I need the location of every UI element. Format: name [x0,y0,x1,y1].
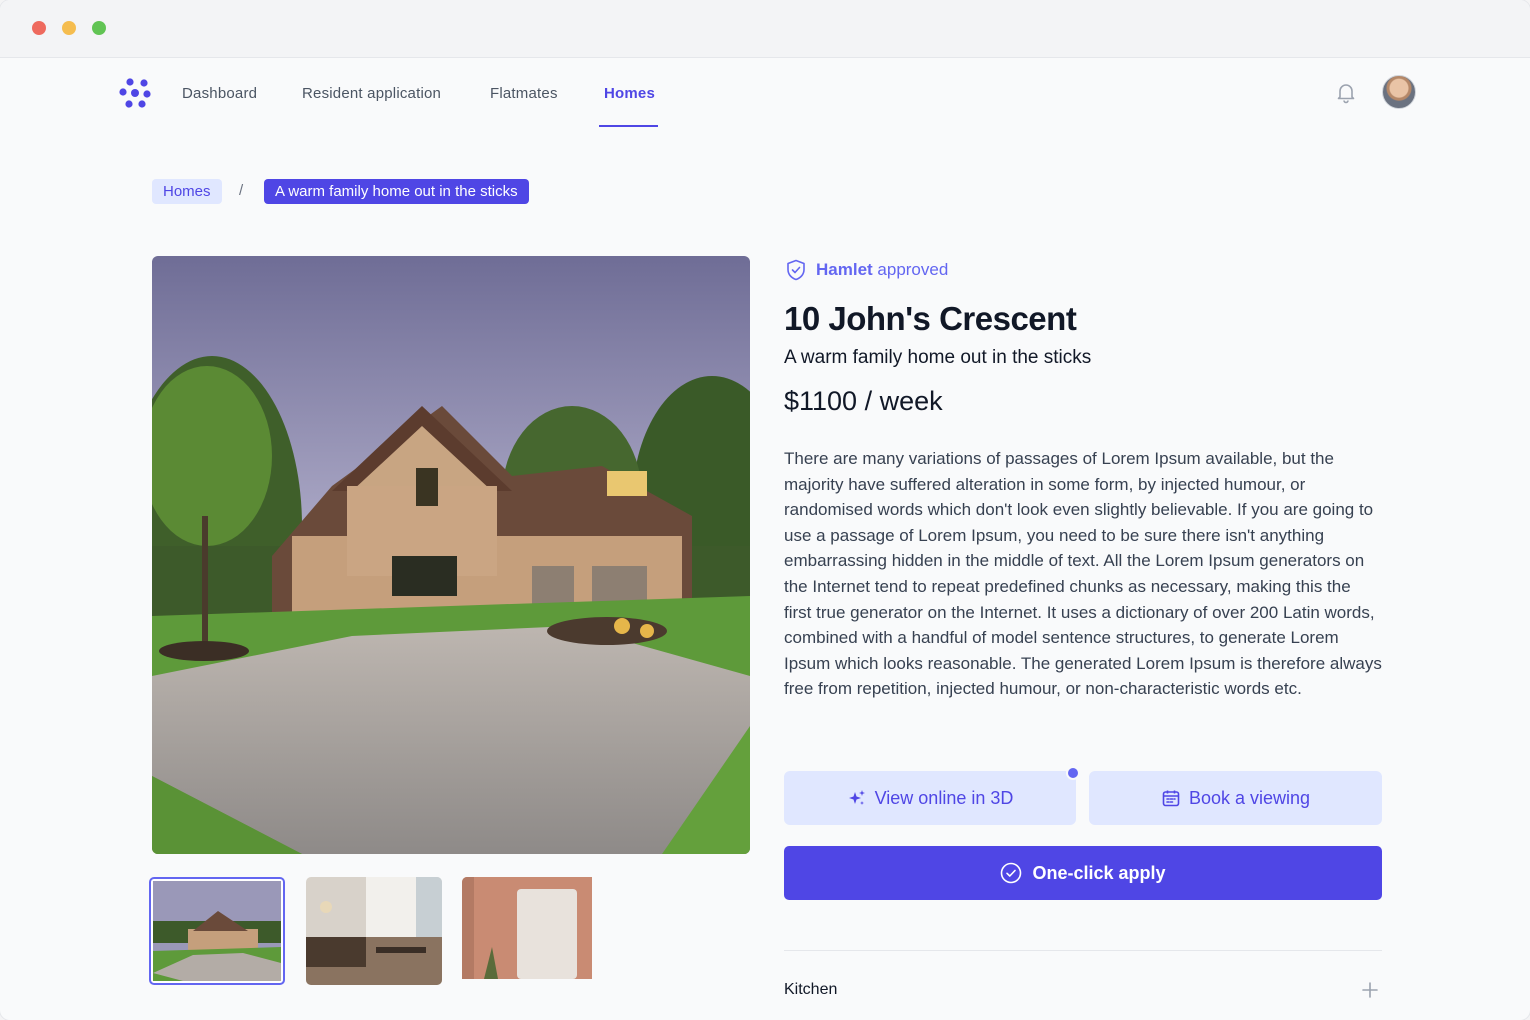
gallery-thumbnail-interior[interactable] [462,877,598,985]
user-avatar[interactable] [1382,75,1416,109]
nav-homes[interactable]: Homes [604,58,655,128]
listing-subtitle: A warm family home out in the sticks [784,347,1092,368]
plus-icon[interactable] [1358,978,1382,1002]
view-3d-button[interactable]: View online in 3D [784,771,1076,825]
maximize-window-button[interactable] [92,21,106,35]
approved-text: Hamlet approved [816,260,949,279]
breadcrumb-homes[interactable]: Homes [152,179,222,204]
top-navbar: Dashboard Resident application Flatmates… [0,58,1530,128]
hamlet-logo-icon[interactable] [118,77,152,109]
app-window: Dashboard Resident application Flatmates… [0,0,1530,1020]
listing-description: There are many variations of passages of… [784,449,1382,699]
book-viewing-label: Book a viewing [1188,787,1311,808]
listing-price: $1100 / week [784,386,943,416]
title-bar [0,0,1530,58]
calendar-icon [1162,790,1180,807]
minimize-window-button[interactable] [62,21,76,35]
check-circle-icon [1001,862,1022,884]
notification-dot [1066,766,1080,780]
approved-badge: Hamlet approved [784,258,948,282]
view-3d-label: View online in 3D [874,787,1014,808]
shield-check-icon [787,259,805,281]
close-window-button[interactable] [32,21,46,35]
hero-house-photo[interactable] [152,256,750,854]
breadcrumb-separator: / [239,182,244,199]
active-nav-indicator [599,125,658,127]
nav-flatmates[interactable]: Flatmates [490,58,558,128]
listing-title: 10 John's Crescent [784,300,1077,337]
section-divider [784,950,1382,951]
one-click-apply-label: One-click apply [1032,862,1166,883]
nav-dashboard[interactable]: Dashboard [182,58,257,128]
sparkles-icon [848,790,865,805]
nav-resident-application[interactable]: Resident application [302,58,441,128]
breadcrumb-current[interactable]: A warm family home out in the sticks [264,179,529,204]
accordion-kitchen-label[interactable]: Kitchen [784,981,837,999]
gallery-thumbnail-kitchen[interactable] [306,877,442,985]
gallery-thumbnail-exterior[interactable] [149,877,285,985]
book-viewing-button[interactable]: Book a viewing [1089,771,1382,825]
bell-icon[interactable] [1334,80,1358,104]
one-click-apply-button[interactable]: One-click apply [784,846,1382,900]
